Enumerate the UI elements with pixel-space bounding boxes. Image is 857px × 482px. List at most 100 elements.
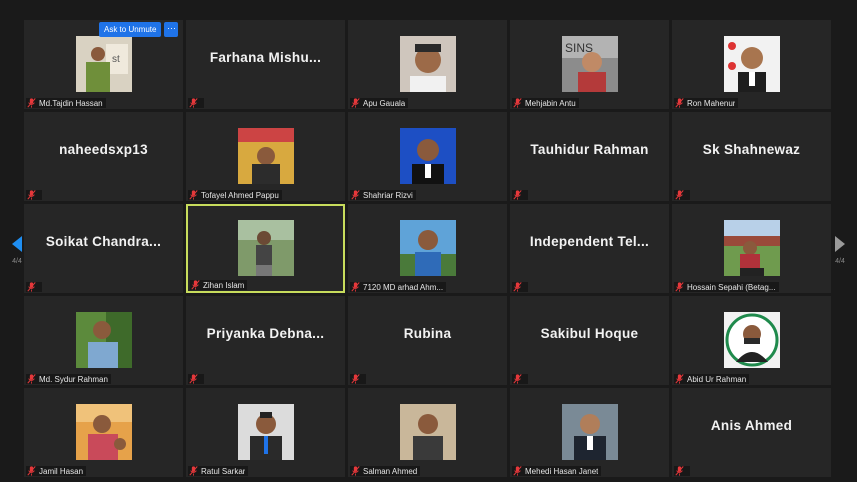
participant-display-name: Sakibul Hoque [540, 326, 639, 341]
page-indicator: 4/4 [835, 257, 845, 265]
participant-tile[interactable]: Shahriar Rizvi [348, 112, 507, 201]
ask-to-unmute-button[interactable]: Ask to Unmute [99, 22, 162, 37]
participant-video: st [75, 36, 132, 92]
muted-mic-icon [191, 280, 200, 290]
participant-display-name: Rubina [403, 326, 452, 341]
muted-mic-icon [351, 466, 360, 476]
participant-tile[interactable]: Tauhidur Rahman [510, 112, 669, 201]
participant-display-name: Soikat Chandra... [45, 234, 162, 249]
participant-tile[interactable]: Tofayel Ahmed Pappu [186, 112, 345, 201]
participant-video [561, 404, 618, 460]
muted-mic-icon [189, 190, 198, 200]
participant-name: Md.Tajdin Hassan [39, 98, 103, 108]
participant-label [350, 374, 366, 384]
muted-mic-icon [27, 190, 36, 200]
participant-tile[interactable]: Mehedi Hasan Janet [510, 388, 669, 477]
participant-label: Ron Mahenur [674, 98, 739, 108]
participant-display-name: Priyanka Debna... [206, 326, 325, 341]
muted-mic-icon [513, 282, 522, 292]
participant-label: Tofayel Ahmed Pappu [188, 190, 282, 200]
page-indicator: 4/4 [12, 257, 22, 265]
participant-tile[interactable]: Priyanka Debna... [186, 296, 345, 385]
participant-video [399, 128, 456, 184]
svg-text:st: st [112, 54, 120, 65]
participant-tile[interactable]: Jamil Hasan [24, 388, 183, 477]
participant-tile[interactable]: SINS Mehjabin Antu [510, 20, 669, 109]
participant-label: Mehedi Hasan Janet [512, 466, 602, 476]
muted-mic-icon [189, 374, 198, 384]
chevron-left-icon [12, 235, 22, 252]
participant-name: 7120 MD arhad Ahm... [363, 282, 444, 292]
participant-video: SINS [561, 36, 618, 92]
muted-mic-icon [189, 98, 198, 108]
participant-tile[interactable]: Salman Ahmed [348, 388, 507, 477]
participant-video [399, 220, 456, 276]
muted-mic-icon [27, 98, 36, 108]
participant-tile[interactable]: Ratul Sarkar [186, 388, 345, 477]
muted-mic-icon [513, 190, 522, 200]
muted-mic-icon [513, 466, 522, 476]
muted-mic-icon [351, 190, 360, 200]
unmute-controls: Ask to Unmute ··· [99, 22, 179, 37]
muted-mic-icon [513, 98, 522, 108]
muted-mic-icon [27, 282, 36, 292]
muted-mic-icon [189, 466, 198, 476]
participant-display-name: Farhana Mishu... [209, 50, 322, 65]
participant-tile[interactable]: naheedsxp13 [24, 112, 183, 201]
muted-mic-icon [27, 374, 36, 384]
participant-name: Mehedi Hasan Janet [525, 466, 599, 476]
participant-label [26, 190, 42, 200]
participant-tile[interactable]: Sk Shahnewaz [672, 112, 831, 201]
participant-tile[interactable]: Apu Gauala [348, 20, 507, 109]
participant-tile[interactable]: Hossain Sepahi (Betag... [672, 204, 831, 293]
participant-display-name: naheedsxp13 [59, 142, 148, 157]
participant-label [674, 466, 690, 476]
participant-display-name: Anis Ahmed [710, 418, 793, 433]
participant-label: Apu Gauala [350, 98, 409, 108]
active-speaker-tile[interactable]: Zihan Islam [186, 204, 345, 293]
participant-video [75, 404, 132, 460]
participant-tile[interactable]: 7120 MD arhad Ahm... [348, 204, 507, 293]
muted-mic-icon [675, 466, 684, 476]
participant-label: Abid Ur Rahman [674, 374, 750, 384]
participant-video [723, 312, 780, 368]
participant-name: Shahriar Rizvi [363, 190, 413, 200]
participant-video [399, 404, 456, 460]
participant-tile[interactable]: Sakibul Hoque [510, 296, 669, 385]
participant-name: Ratul Sarkar [201, 466, 246, 476]
participant-label [674, 190, 690, 200]
participant-name: Mehjabin Antu [525, 98, 576, 108]
participant-name: Ron Mahenur [687, 98, 736, 108]
participant-tile[interactable]: Soikat Chandra... [24, 204, 183, 293]
participant-label: Md.Tajdin Hassan [26, 98, 106, 108]
participant-tile[interactable]: Rubina [348, 296, 507, 385]
muted-mic-icon [675, 190, 684, 200]
participant-label [512, 282, 528, 292]
more-options-button[interactable]: ··· [164, 22, 179, 37]
participant-name: Apu Gauala [363, 98, 406, 108]
participant-tile[interactable]: Independent Tel... [510, 204, 669, 293]
participant-video [237, 404, 294, 460]
previous-page-button[interactable]: 4/4 [5, 219, 29, 281]
muted-mic-icon [351, 98, 360, 108]
participant-label [26, 282, 42, 292]
participant-video [723, 220, 780, 276]
participant-label: Zihan Islam [190, 280, 248, 290]
gallery-grid: st Md.Tajdin Hassan Farhana Mishu... Apu… [24, 20, 831, 477]
participant-tile[interactable]: Farhana Mishu... [186, 20, 345, 109]
participant-label: 7120 MD arhad Ahm... [350, 282, 447, 292]
participant-label: Salman Ahmed [350, 466, 421, 476]
participant-label [188, 98, 204, 108]
participant-video [75, 312, 132, 368]
participant-video [237, 128, 294, 184]
participant-label: Jamil Hasan [26, 466, 87, 476]
participant-tile[interactable]: Anis Ahmed [672, 388, 831, 477]
next-page-button[interactable]: 4/4 [828, 219, 852, 281]
muted-mic-icon [351, 374, 360, 384]
participant-tile[interactable]: Abid Ur Rahman [672, 296, 831, 385]
participant-name: Jamil Hasan [39, 466, 84, 476]
participant-display-name: Sk Shahnewaz [702, 142, 801, 157]
participant-tile[interactable]: Ron Mahenur [672, 20, 831, 109]
participant-display-name: Independent Tel... [529, 234, 650, 249]
participant-tile[interactable]: Md. Sydur Rahman [24, 296, 183, 385]
